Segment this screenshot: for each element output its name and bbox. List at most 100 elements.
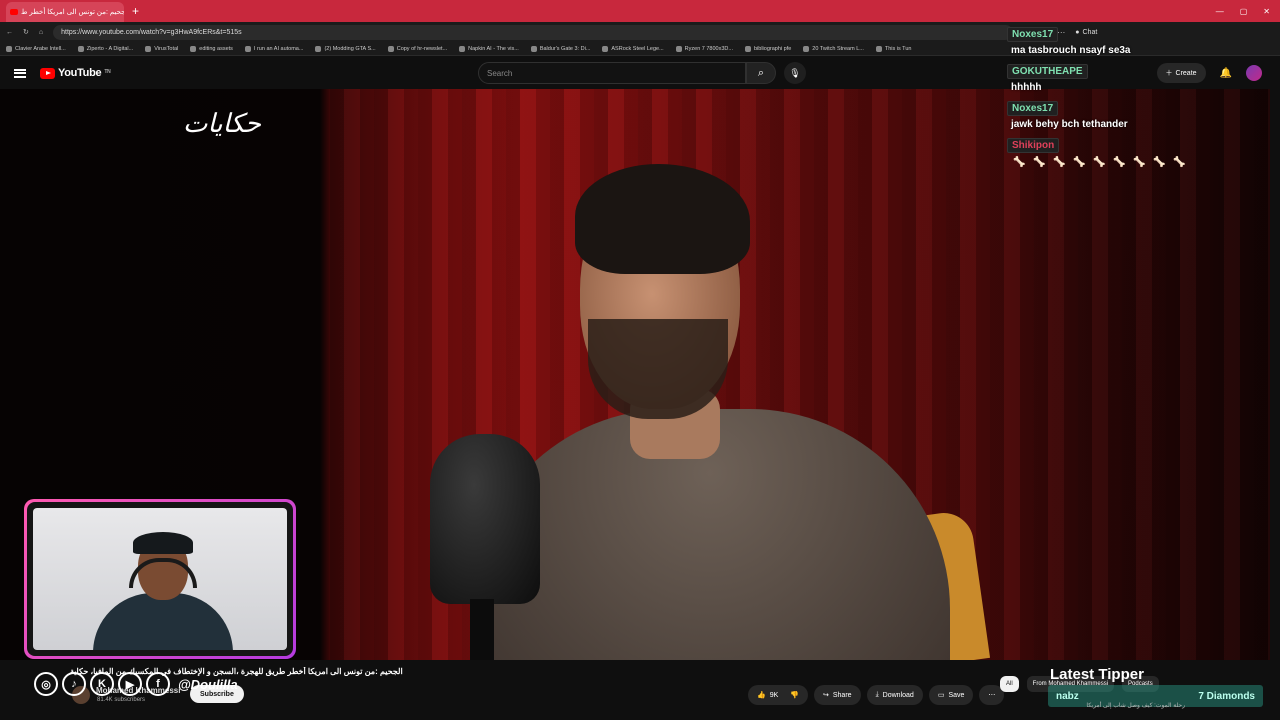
youtube-logo[interactable]: YouTube TN xyxy=(40,67,111,79)
share-button[interactable]: ↪ Share xyxy=(814,685,861,705)
back-icon[interactable]: ← xyxy=(6,29,13,36)
download-label: Download xyxy=(882,691,914,699)
webcam-overlay xyxy=(24,499,296,659)
streamer-jacket xyxy=(93,593,233,650)
maximize-icon[interactable]: ▢ xyxy=(1240,7,1248,16)
bookmark-icon xyxy=(459,45,466,52)
folder-icon xyxy=(744,45,751,52)
microphone-stand xyxy=(470,599,494,660)
tipper-name: nabz xyxy=(1056,690,1079,702)
bookmark-icon xyxy=(803,45,810,52)
facebook-icon: f xyxy=(146,672,170,696)
emote-icon: 🦴 xyxy=(1013,157,1026,168)
channel-watermark: حكايات xyxy=(183,109,261,139)
speaker-beard xyxy=(588,319,728,419)
bookmark-label: Baldur's Gate 3: Di... xyxy=(539,45,591,52)
more-icon: ⋯ xyxy=(988,692,996,699)
folder-icon xyxy=(190,45,197,52)
podcast-microphone xyxy=(430,434,540,604)
url-field[interactable]: https://www.youtube.com/watch?v=g3HwA9fc… xyxy=(53,24,1014,40)
save-button[interactable]: ▭ Save xyxy=(928,685,974,705)
bookmark-label: 20 Twitch Stream L... xyxy=(812,45,864,52)
emote-icon: 🦴 xyxy=(1033,157,1046,168)
logo-country: TN xyxy=(104,69,111,75)
bookmark-item[interactable]: 20 Twitch Stream L... xyxy=(803,45,864,52)
video-actions: 👍 9K 👎 ↪ Share ⤓ Download ▭ Save ⋯ xyxy=(748,685,1005,705)
youtube-play-icon xyxy=(40,67,55,79)
bookmark-label: (2) Modding GTA S... xyxy=(324,45,376,52)
microphone-icon[interactable]: 🎙 xyxy=(784,62,806,84)
new-tab-button[interactable]: + xyxy=(132,4,139,18)
menu-icon[interactable] xyxy=(14,68,26,78)
bookmark-item[interactable]: I run an AI automa... xyxy=(244,45,303,52)
bookmark-label: Napkin AI - The vis... xyxy=(468,45,519,52)
bookmark-item[interactable]: VirusTotal xyxy=(145,45,179,52)
subscriber-count: 81.4K subscribers xyxy=(97,697,146,703)
bookmark-item[interactable]: Ziperto - A Digital... xyxy=(77,45,133,52)
browser-tab[interactable]: الجحيم :من تونس الى امريكا أخطر ط × xyxy=(6,2,124,22)
bookmark-item[interactable]: Napkin AI - The vis... xyxy=(459,45,519,52)
save-icon: ▭ xyxy=(937,692,945,699)
webcam-feed xyxy=(33,508,287,650)
bookmark-item[interactable]: Clavier Arabe Intell... xyxy=(6,45,66,52)
bookmark-icon xyxy=(77,45,84,52)
streamer xyxy=(93,532,233,650)
download-button[interactable]: ⤓ Download xyxy=(866,685,923,705)
tipper-amount: 7 Diamonds xyxy=(1198,690,1255,702)
bookmark-label: VirusTotal xyxy=(154,45,179,52)
bookmark-icon xyxy=(6,45,12,52)
bookmark-item[interactable]: ASRock Steel Lege... xyxy=(602,45,664,52)
close-window-icon[interactable]: ✕ xyxy=(1263,7,1270,16)
like-button[interactable]: 👍 9K 👎 xyxy=(748,685,808,705)
chat-text: ma tasbrouch nsayf se3a xyxy=(1011,45,1131,56)
speaker xyxy=(430,159,950,660)
webcam-frame xyxy=(27,502,293,656)
bookmark-label: Ryzen 7 7800x3D... xyxy=(684,45,733,52)
minimize-icon[interactable]: — xyxy=(1216,7,1224,16)
chat-message: Noxes17 jawk behy bch tethander xyxy=(1007,98,1269,130)
chat-message: GOKUTHEAPE hhhhh xyxy=(1007,61,1269,93)
tiktok-icon: ♪ xyxy=(62,672,86,696)
bookmark-item[interactable]: This is Tun xyxy=(875,45,911,52)
chat-text: jawk behy bch tethander xyxy=(1011,119,1128,130)
download-icon: ⤓ xyxy=(875,691,879,698)
search-icon[interactable]: ⌕ xyxy=(746,62,776,84)
thumbs-up-icon: 👍 xyxy=(757,692,766,699)
share-icon: ↪ xyxy=(823,692,829,699)
window-controls: — ▢ ✕ xyxy=(1216,7,1280,16)
emote-row: 🦴 🦴 🦴 🦴 🦴 🦴 🦴 🦴 🦴 xyxy=(1007,157,1269,169)
youtube-favicon-icon xyxy=(10,9,18,15)
reload-icon[interactable]: ↻ xyxy=(23,28,29,36)
bookmark-item[interactable]: Baldur's Gate 3: Di... xyxy=(530,45,591,52)
emote-icon: 🦴 xyxy=(1133,157,1146,168)
chat-username: Noxes17 xyxy=(1007,27,1059,42)
chat-text: hhhhh xyxy=(1011,82,1042,93)
save-label: Save xyxy=(948,691,965,699)
logo-text: YouTube xyxy=(58,67,102,79)
bookmark-item[interactable]: editing assets xyxy=(190,45,233,52)
social-overlay: ◎ ♪ K ▶ f @Doulilla xyxy=(34,672,238,696)
bookmark-icon xyxy=(315,45,322,52)
chat-message: Shikipon 🦴 🦴 🦴 🦴 🦴 🦴 🦴 🦴 🦴 xyxy=(1007,135,1269,169)
home-icon[interactable]: ⌂ xyxy=(39,29,43,36)
bookmark-icon xyxy=(145,45,152,52)
speaker-hair xyxy=(575,164,750,274)
bookmark-item[interactable]: (2) Modding GTA S... xyxy=(315,45,376,52)
bookmark-item[interactable]: Ryzen 7 7800x3D... xyxy=(675,45,733,52)
chat-username: GOKUTHEAPE xyxy=(1007,64,1088,79)
chip-all[interactable]: All xyxy=(1000,676,1019,692)
instagram-icon: ◎ xyxy=(34,672,58,696)
tab-title: الجحيم :من تونس الى امريكا أخطر ط xyxy=(21,9,124,16)
chat-username: Shikipon xyxy=(1007,138,1060,153)
search-input[interactable]: Search xyxy=(478,62,746,84)
thumbs-down-icon[interactable]: 👎 xyxy=(790,691,799,699)
bookmark-icon xyxy=(244,45,251,52)
latest-tipper-title: Latest Tipper xyxy=(1050,666,1144,683)
emote-icon: 🦴 xyxy=(1053,157,1066,168)
kick-icon: K xyxy=(90,672,114,696)
bookmark-item[interactable]: Copy of hr-newslet... xyxy=(387,45,447,52)
chat-message: Noxes17 ma tasbrouch nsayf se3a xyxy=(1007,24,1269,56)
chat-username: Noxes17 xyxy=(1007,101,1059,116)
next-video-title[interactable]: رحلة الموت: كيف وصل شاب إلى أمريكا xyxy=(1005,702,1185,709)
bookmark-item[interactable]: bibliographi pfe xyxy=(744,45,791,52)
